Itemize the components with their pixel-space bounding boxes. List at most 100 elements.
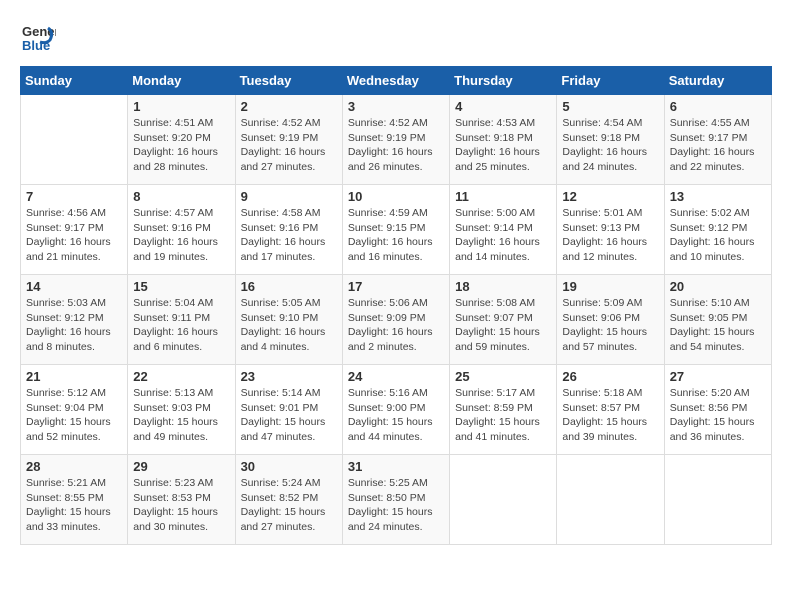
header-day-monday: Monday [128, 67, 235, 95]
day-info: Sunrise: 5:00 AM Sunset: 9:14 PM Dayligh… [455, 206, 551, 265]
day-info: Sunrise: 4:59 AM Sunset: 9:15 PM Dayligh… [348, 206, 444, 265]
calendar-cell: 13 Sunrise: 5:02 AM Sunset: 9:12 PM Dayli… [664, 185, 771, 275]
day-number: 29 [133, 459, 229, 474]
logo-icon: General Blue [20, 20, 56, 56]
day-number: 11 [455, 189, 551, 204]
day-number: 21 [26, 369, 122, 384]
calendar-cell: 23 Sunrise: 5:14 AM Sunset: 9:01 PM Dayli… [235, 365, 342, 455]
calendar-cell: 31Sunrise: 5:25 AM Sunset: 8:50 PM Dayli… [342, 455, 449, 545]
calendar-cell: 19 Sunrise: 5:09 AM Sunset: 9:06 PM Dayli… [557, 275, 664, 365]
calendar-cell: 3 Sunrise: 4:52 AM Sunset: 9:19 PM Daylig… [342, 95, 449, 185]
calendar-cell: 12Sunrise: 5:01 AM Sunset: 9:13 PM Dayli… [557, 185, 664, 275]
calendar-cell: 27 Sunrise: 5:20 AM Sunset: 8:56 PM Dayli… [664, 365, 771, 455]
day-info: Sunrise: 5:08 AM Sunset: 9:07 PM Dayligh… [455, 296, 551, 355]
calendar-cell: 4 Sunrise: 4:53 AM Sunset: 9:18 PM Daylig… [450, 95, 557, 185]
day-number: 18 [455, 279, 551, 294]
day-number: 17 [348, 279, 444, 294]
day-number: 27 [670, 369, 766, 384]
day-info: Sunrise: 4:57 AM Sunset: 9:16 PM Dayligh… [133, 206, 229, 265]
calendar-cell: 6 Sunrise: 4:55 AM Sunset: 9:17 PM Daylig… [664, 95, 771, 185]
calendar-cell: 11 Sunrise: 5:00 AM Sunset: 9:14 PM Dayli… [450, 185, 557, 275]
day-info: Sunrise: 5:09 AM Sunset: 9:06 PM Dayligh… [562, 296, 658, 355]
week-row-2: 7 Sunrise: 4:56 AM Sunset: 9:17 PM Daylig… [21, 185, 772, 275]
header-day-thursday: Thursday [450, 67, 557, 95]
calendar-cell: 17 Sunrise: 5:06 AM Sunset: 9:09 PM Dayli… [342, 275, 449, 365]
day-number: 2 [241, 99, 337, 114]
day-number: 10 [348, 189, 444, 204]
day-number: 6 [670, 99, 766, 114]
header-row: SundayMondayTuesdayWednesdayThursdayFrid… [21, 67, 772, 95]
day-info: Sunrise: 4:56 AM Sunset: 9:17 PM Dayligh… [26, 206, 122, 265]
day-number: 13 [670, 189, 766, 204]
day-number: 1 [133, 99, 229, 114]
day-number: 28 [26, 459, 122, 474]
header-day-tuesday: Tuesday [235, 67, 342, 95]
calendar-cell: 25Sunrise: 5:17 AM Sunset: 8:59 PM Dayli… [450, 365, 557, 455]
day-info: Sunrise: 4:52 AM Sunset: 9:19 PM Dayligh… [348, 116, 444, 175]
page-header: General Blue [20, 20, 772, 56]
calendar-cell [21, 95, 128, 185]
day-info: Sunrise: 5:13 AM Sunset: 9:03 PM Dayligh… [133, 386, 229, 445]
day-info: Sunrise: 4:51 AM Sunset: 9:20 PM Dayligh… [133, 116, 229, 175]
day-info: Sunrise: 5:12 AM Sunset: 9:04 PM Dayligh… [26, 386, 122, 445]
week-row-4: 21 Sunrise: 5:12 AM Sunset: 9:04 PM Dayli… [21, 365, 772, 455]
day-number: 8 [133, 189, 229, 204]
calendar-cell: 2 Sunrise: 4:52 AM Sunset: 9:19 PM Daylig… [235, 95, 342, 185]
day-number: 3 [348, 99, 444, 114]
week-row-1: 1 Sunrise: 4:51 AM Sunset: 9:20 PM Daylig… [21, 95, 772, 185]
day-number: 4 [455, 99, 551, 114]
day-number: 19 [562, 279, 658, 294]
day-info: Sunrise: 5:14 AM Sunset: 9:01 PM Dayligh… [241, 386, 337, 445]
calendar-cell: 10 Sunrise: 4:59 AM Sunset: 9:15 PM Dayli… [342, 185, 449, 275]
calendar-cell: 30 Sunrise: 5:24 AM Sunset: 8:52 PM Dayli… [235, 455, 342, 545]
day-number: 31 [348, 459, 444, 474]
day-number: 15 [133, 279, 229, 294]
day-info: Sunrise: 5:02 AM Sunset: 9:12 PM Dayligh… [670, 206, 766, 265]
calendar-cell: 1 Sunrise: 4:51 AM Sunset: 9:20 PM Daylig… [128, 95, 235, 185]
day-info: Sunrise: 4:58 AM Sunset: 9:16 PM Dayligh… [241, 206, 337, 265]
calendar-cell: 28Sunrise: 5:21 AM Sunset: 8:55 PM Dayli… [21, 455, 128, 545]
calendar-cell: 9 Sunrise: 4:58 AM Sunset: 9:16 PM Daylig… [235, 185, 342, 275]
day-number: 16 [241, 279, 337, 294]
calendar-cell: 24 Sunrise: 5:16 AM Sunset: 9:00 PM Dayli… [342, 365, 449, 455]
header-day-saturday: Saturday [664, 67, 771, 95]
day-info: Sunrise: 5:06 AM Sunset: 9:09 PM Dayligh… [348, 296, 444, 355]
day-number: 7 [26, 189, 122, 204]
day-number: 25 [455, 369, 551, 384]
calendar-cell: 7 Sunrise: 4:56 AM Sunset: 9:17 PM Daylig… [21, 185, 128, 275]
calendar-cell: 26Sunrise: 5:18 AM Sunset: 8:57 PM Dayli… [557, 365, 664, 455]
day-info: Sunrise: 5:24 AM Sunset: 8:52 PM Dayligh… [241, 476, 337, 535]
week-row-3: 14 Sunrise: 5:03 AM Sunset: 9:12 PM Dayli… [21, 275, 772, 365]
day-info: Sunrise: 5:03 AM Sunset: 9:12 PM Dayligh… [26, 296, 122, 355]
calendar-cell: 8 Sunrise: 4:57 AM Sunset: 9:16 PM Daylig… [128, 185, 235, 275]
calendar-cell: 20Sunrise: 5:10 AM Sunset: 9:05 PM Dayli… [664, 275, 771, 365]
calendar-cell: 29Sunrise: 5:23 AM Sunset: 8:53 PM Dayli… [128, 455, 235, 545]
header-day-wednesday: Wednesday [342, 67, 449, 95]
calendar-cell: 18 Sunrise: 5:08 AM Sunset: 9:07 PM Dayli… [450, 275, 557, 365]
calendar-cell: 5Sunrise: 4:54 AM Sunset: 9:18 PM Daylig… [557, 95, 664, 185]
header-day-sunday: Sunday [21, 67, 128, 95]
day-number: 12 [562, 189, 658, 204]
day-number: 20 [670, 279, 766, 294]
calendar-cell [664, 455, 771, 545]
day-number: 22 [133, 369, 229, 384]
calendar-cell: 22 Sunrise: 5:13 AM Sunset: 9:03 PM Dayli… [128, 365, 235, 455]
week-row-5: 28Sunrise: 5:21 AM Sunset: 8:55 PM Dayli… [21, 455, 772, 545]
day-info: Sunrise: 4:53 AM Sunset: 9:18 PM Dayligh… [455, 116, 551, 175]
day-info: Sunrise: 4:52 AM Sunset: 9:19 PM Dayligh… [241, 116, 337, 175]
calendar-cell: 16 Sunrise: 5:05 AM Sunset: 9:10 PM Dayli… [235, 275, 342, 365]
calendar-cell: 14 Sunrise: 5:03 AM Sunset: 9:12 PM Dayli… [21, 275, 128, 365]
day-number: 30 [241, 459, 337, 474]
day-number: 9 [241, 189, 337, 204]
day-number: 14 [26, 279, 122, 294]
calendar-table: SundayMondayTuesdayWednesdayThursdayFrid… [20, 66, 772, 545]
day-info: Sunrise: 5:20 AM Sunset: 8:56 PM Dayligh… [670, 386, 766, 445]
calendar-cell: 15Sunrise: 5:04 AM Sunset: 9:11 PM Dayli… [128, 275, 235, 365]
day-info: Sunrise: 5:05 AM Sunset: 9:10 PM Dayligh… [241, 296, 337, 355]
calendar-cell: 21 Sunrise: 5:12 AM Sunset: 9:04 PM Dayli… [21, 365, 128, 455]
calendar-cell [450, 455, 557, 545]
day-number: 24 [348, 369, 444, 384]
day-number: 23 [241, 369, 337, 384]
day-info: Sunrise: 5:16 AM Sunset: 9:00 PM Dayligh… [348, 386, 444, 445]
day-info: Sunrise: 4:55 AM Sunset: 9:17 PM Dayligh… [670, 116, 766, 175]
